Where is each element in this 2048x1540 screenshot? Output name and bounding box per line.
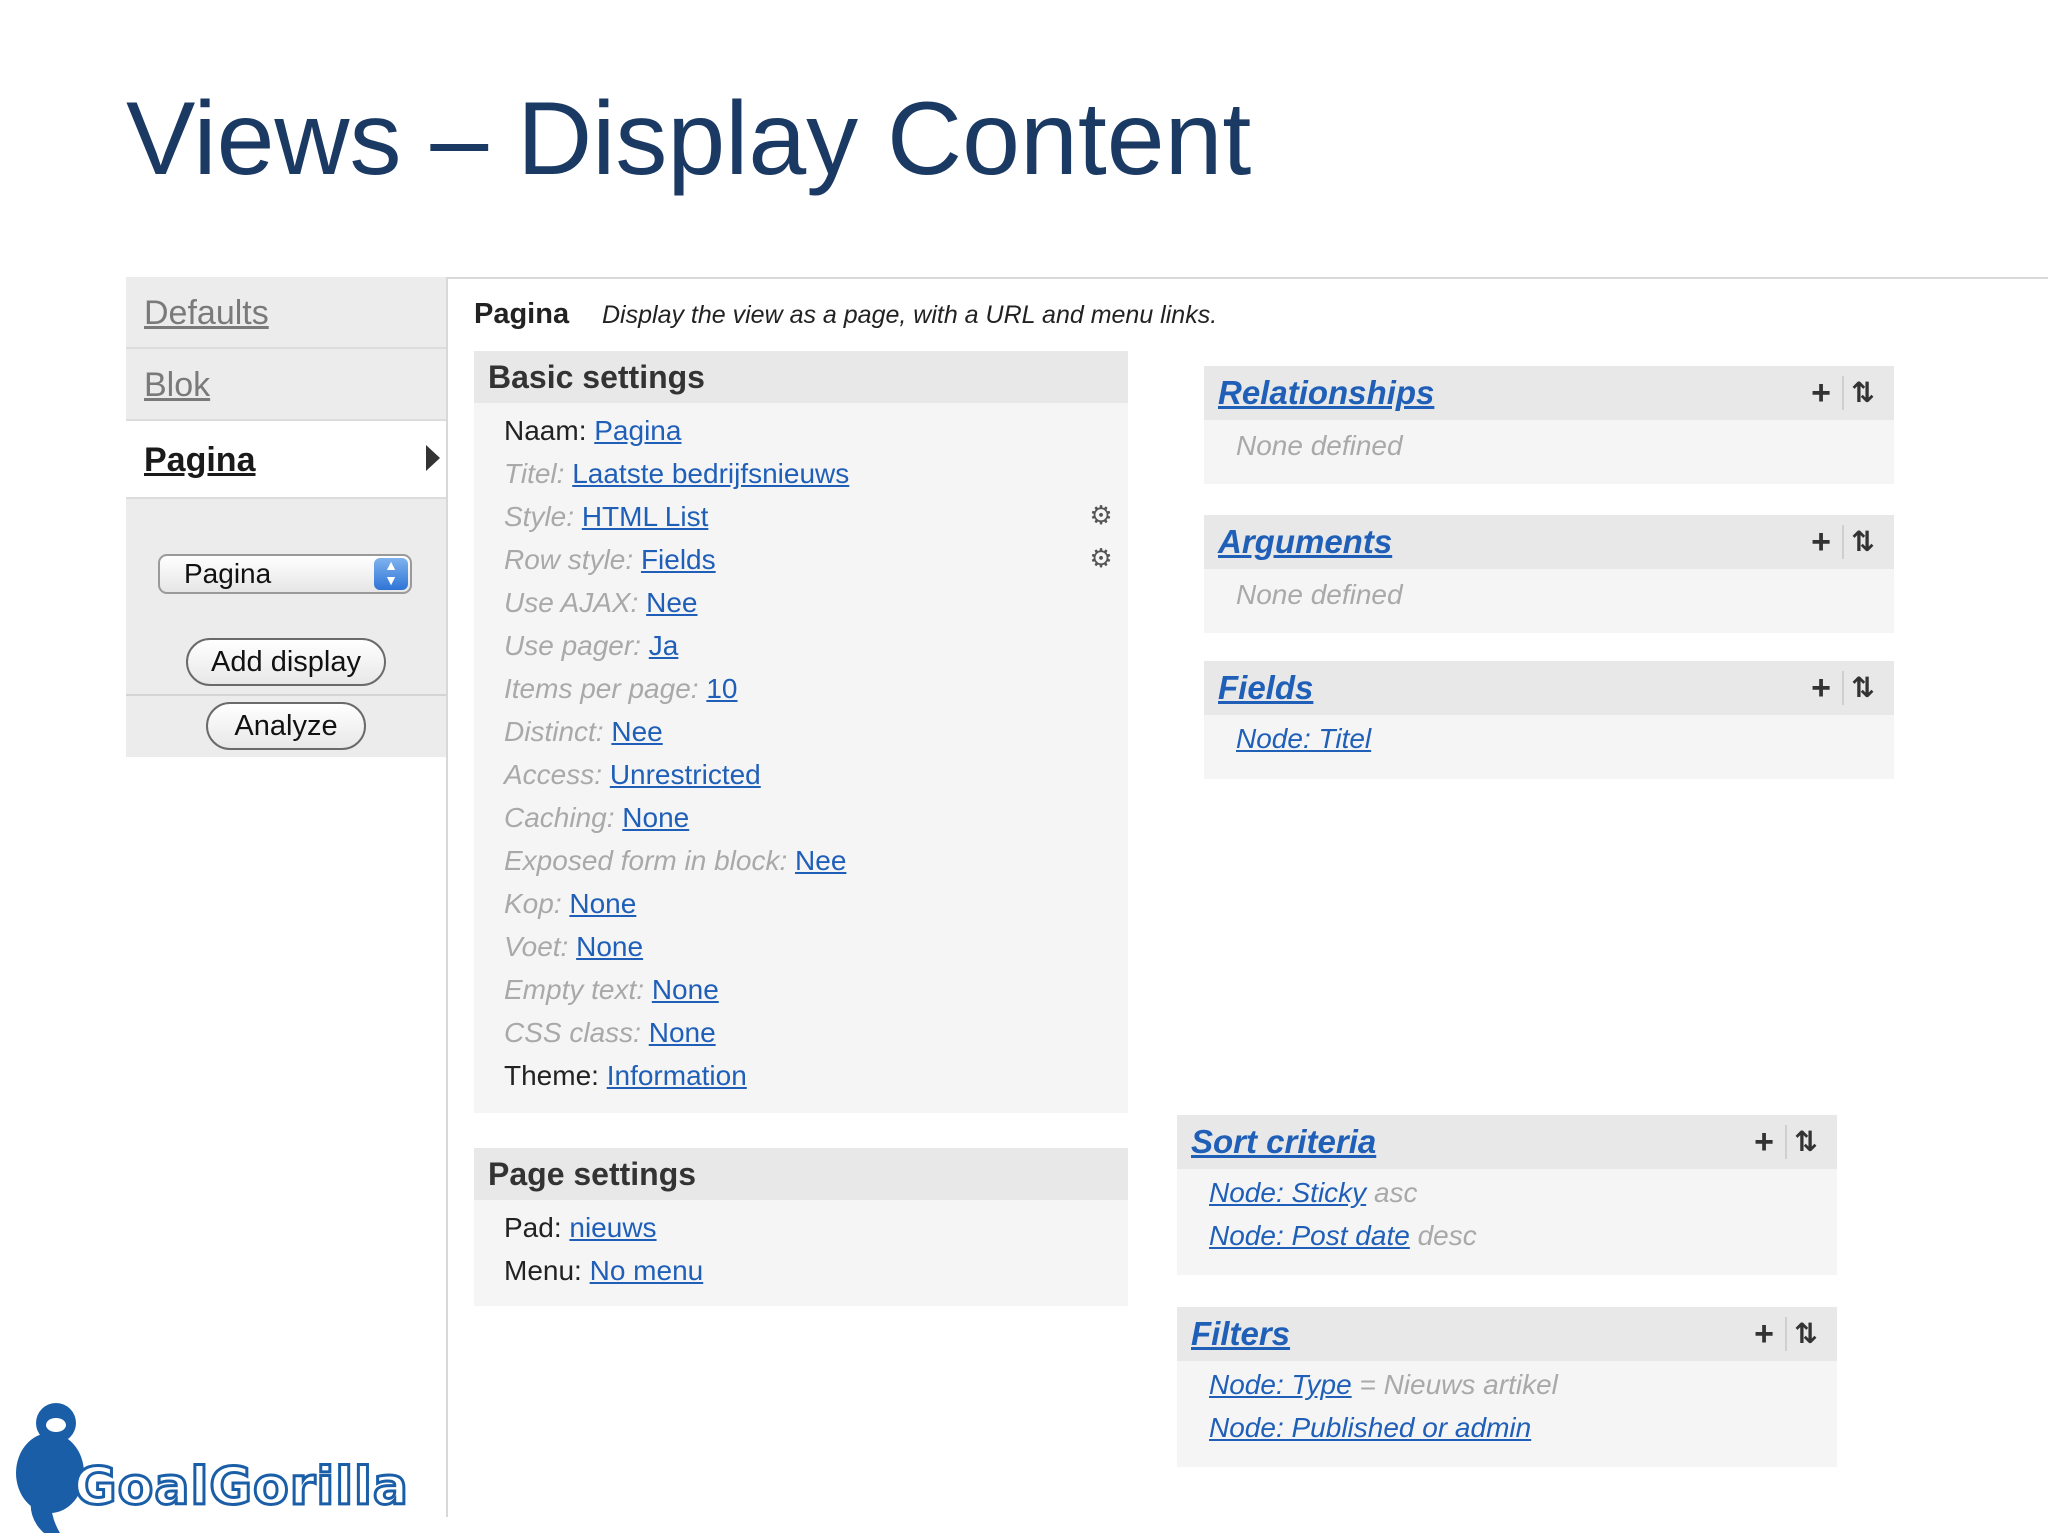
setting-link[interactable]: Ja [649, 630, 679, 661]
goalgorilla-logo: GoalGorilla [4, 1395, 409, 1535]
setting-row-distinct: Distinct: Nee [504, 716, 663, 747]
fields-title[interactable]: Fields [1218, 669, 1313, 707]
tab-defaults[interactable]: Defaults [126, 277, 446, 349]
tab-blok[interactable]: Blok [126, 349, 446, 421]
rearrange-icon[interactable]: ⇅ [1842, 525, 1882, 559]
rearrange-icon[interactable]: ⇅ [1842, 671, 1882, 705]
select-stepper-icon: ▲ ▼ [374, 558, 408, 590]
display-name: Pagina [474, 298, 570, 330]
sort-item: Node: Sticky asc [1209, 1177, 1418, 1208]
slide-title: Views – Display Content [126, 81, 1252, 197]
setting-link[interactable]: Nee [795, 845, 846, 876]
setting-link[interactable]: None [576, 931, 643, 962]
sort-item: Node: Post date desc [1209, 1220, 1477, 1251]
setting-row-use-ajax: Use AJAX: Nee [504, 587, 698, 618]
setting-row-voet: Voet: None [504, 931, 644, 962]
setting-link[interactable]: None [649, 1017, 716, 1048]
setting-link[interactable]: Pagina [594, 415, 681, 446]
setting-row-kop: Kop: None [504, 888, 637, 919]
triangle-right-icon [426, 445, 440, 471]
setting-row-style: Style: HTML List [504, 501, 709, 532]
add-display-button[interactable]: Add display [186, 638, 386, 686]
page-settings-panel: Page settings Pad: nieuws Menu: No menu [474, 1148, 1128, 1306]
rearrange-icon[interactable]: ⇅ [1785, 1125, 1825, 1159]
setting-row-caching: Caching: None [504, 802, 690, 833]
sort-criteria-title[interactable]: Sort criteria [1191, 1123, 1376, 1161]
setting-row-menu: Menu: No menu [504, 1255, 704, 1286]
gear-icon[interactable]: ⚙ [1086, 500, 1116, 530]
add-icon[interactable]: + [1749, 1125, 1779, 1159]
relationships-title[interactable]: Relationships [1218, 374, 1434, 412]
setting-link[interactable]: Laatste bedrijfsnieuws [572, 458, 849, 489]
setting-link[interactable]: nieuws [569, 1212, 656, 1243]
analyze-button[interactable]: Analyze [206, 702, 366, 750]
setting-link[interactable]: None [622, 802, 689, 833]
fields-panel: Fields + ⇅ Node: Titel [1204, 661, 1894, 779]
setting-link[interactable]: None [569, 888, 636, 919]
setting-row-naam: Naam: Pagina [504, 415, 682, 446]
sidebar-border [446, 757, 448, 1517]
rearrange-icon[interactable]: ⇅ [1842, 376, 1882, 410]
setting-link[interactable]: Information [607, 1060, 747, 1091]
filters-title[interactable]: Filters [1191, 1315, 1290, 1353]
add-icon[interactable]: + [1806, 376, 1836, 410]
setting-link[interactable]: No menu [590, 1255, 704, 1286]
add-icon[interactable]: + [1749, 1317, 1779, 1351]
setting-row-css-class: CSS class: None [504, 1017, 716, 1048]
display-description: Display the view as a page, with a URL a… [602, 301, 1218, 329]
add-icon[interactable]: + [1806, 671, 1836, 705]
setting-row-empty-text: Empty text: None [504, 974, 719, 1005]
field-item: Node: Titel [1236, 723, 1372, 754]
setting-row-items-per-page: Items per page: 10 [504, 673, 738, 704]
setting-row-pad: Pad: nieuws [504, 1212, 657, 1243]
gear-icon[interactable]: ⚙ [1086, 543, 1116, 573]
setting-row-theme: Theme: Information [504, 1060, 747, 1091]
arguments-empty: None defined [1236, 579, 1403, 610]
add-icon[interactable]: + [1806, 525, 1836, 559]
setting-link[interactable]: 10 [706, 673, 737, 704]
setting-link[interactable]: HTML List [582, 501, 709, 532]
setting-row-titel: Titel: Laatste bedrijfsnieuws [504, 458, 850, 489]
sidebar-divider [126, 694, 446, 696]
setting-link[interactable]: Unrestricted [610, 759, 761, 790]
setting-row-access: Access: Unrestricted [504, 759, 761, 790]
setting-row-use-pager: Use pager: Ja [504, 630, 679, 661]
basic-settings-panel: Basic settings Naam: Pagina Titel: Laats… [474, 351, 1128, 1113]
setting-row-exposed-form: Exposed form in block: Nee [504, 845, 847, 876]
arguments-title[interactable]: Arguments [1218, 523, 1392, 561]
display-type-select[interactable]: Pagina ▲ ▼ [158, 554, 412, 594]
arguments-panel: Arguments + ⇅ None defined [1204, 515, 1894, 633]
filters-panel: Filters + ⇅ Node: Type = Nieuws artikel … [1177, 1307, 1837, 1467]
sort-criteria-panel: Sort criteria + ⇅ Node: Sticky asc Node:… [1177, 1115, 1837, 1275]
setting-row-row-style: Row style: Fields [504, 544, 716, 575]
setting-link[interactable]: Nee [646, 587, 697, 618]
relationships-empty: None defined [1236, 430, 1403, 461]
frame-top-border [448, 277, 2048, 279]
filter-item: Node: Published or admin [1209, 1412, 1532, 1443]
basic-settings-title: Basic settings [474, 351, 1128, 403]
setting-link[interactable]: Nee [611, 716, 662, 747]
tab-pagina[interactable]: Pagina [126, 421, 446, 499]
setting-link[interactable]: None [652, 974, 719, 1005]
rearrange-icon[interactable]: ⇅ [1785, 1317, 1825, 1351]
relationships-panel: Relationships + ⇅ None defined [1204, 366, 1894, 484]
display-sidebar: Defaults Blok Pagina Pagina ▲ ▼ Add displ… [126, 277, 448, 757]
logo-wordmark: GoalGorilla [73, 1456, 410, 1519]
filter-item: Node: Type = Nieuws artikel [1209, 1369, 1558, 1400]
page-settings-title: Page settings [474, 1148, 1128, 1200]
setting-link[interactable]: Fields [641, 544, 716, 575]
